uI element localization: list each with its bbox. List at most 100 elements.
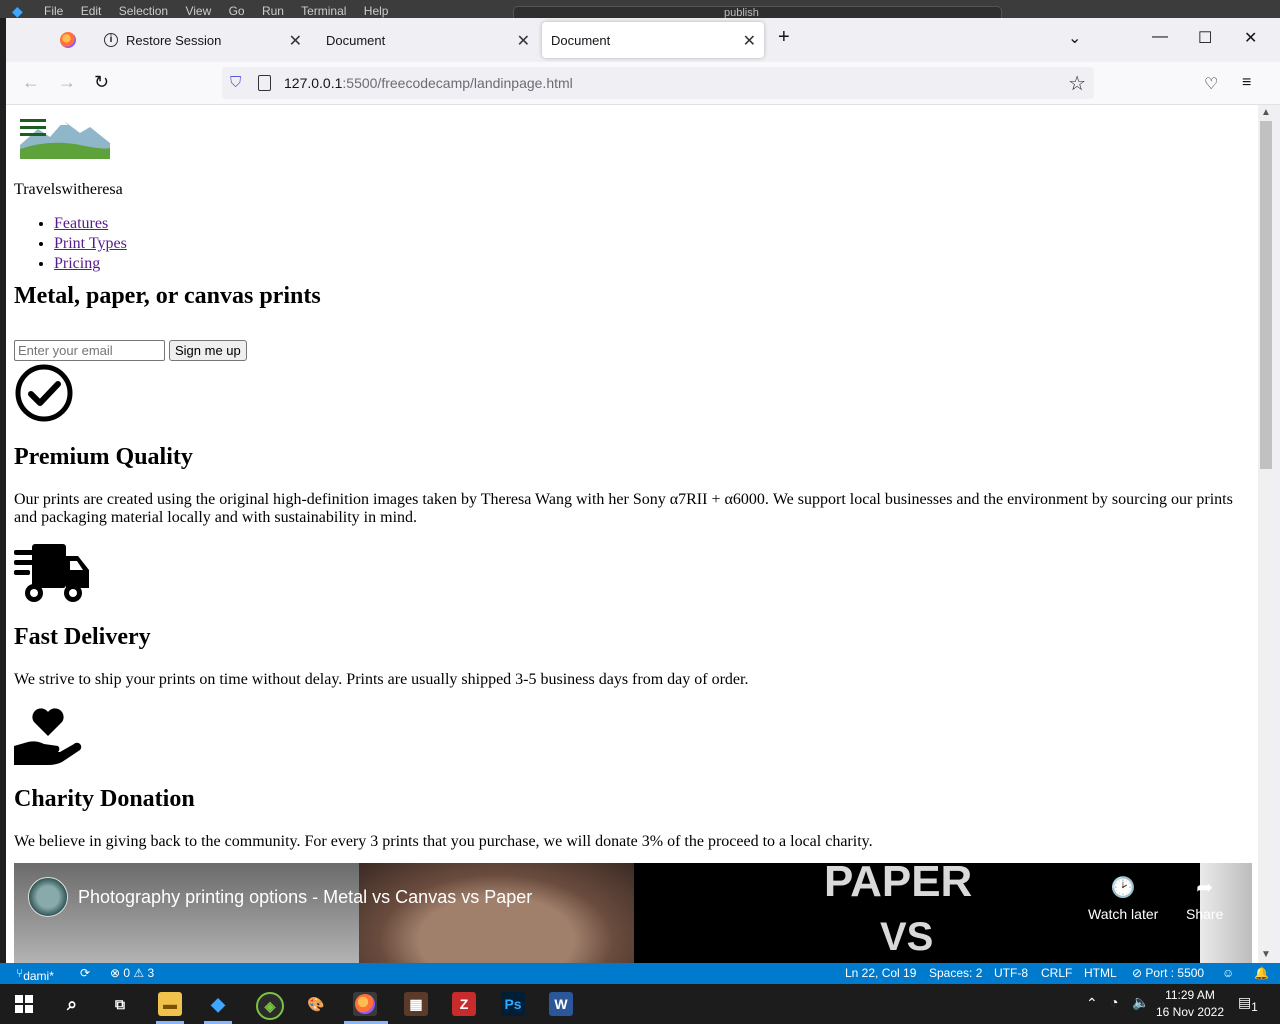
feature-title-charity-donation: Charity Donation xyxy=(14,786,195,812)
nav-link-print-types[interactable]: Print Types xyxy=(54,235,127,252)
tab-label: Restore Session xyxy=(126,32,222,48)
tab-document-1[interactable]: Document ✕ xyxy=(316,22,538,58)
menu-file[interactable]: File xyxy=(44,4,63,18)
word-icon[interactable]: W xyxy=(549,992,573,1016)
branch-status[interactable]: ⑂ dami* xyxy=(16,966,54,983)
vscode-menu[interactable]: File Edit Selection View Go Run Terminal… xyxy=(44,4,402,18)
firefox-icon xyxy=(60,32,76,48)
back-arrow-icon[interactable]: ← xyxy=(22,72,40,93)
info-icon: i xyxy=(104,33,118,47)
task-view-icon[interactable]: ⧉ xyxy=(108,992,132,1016)
nav-link-pricing[interactable]: Pricing xyxy=(54,255,100,272)
list-tabs-chevron-icon[interactable]: ⌄ xyxy=(1068,28,1081,48)
menu-go[interactable]: Go xyxy=(229,4,245,18)
url-bar[interactable]: ⛉ 127.0.0.1:5500/freecodecamp/landinpage… xyxy=(222,67,1094,99)
feature-text-fast-delivery: We strive to ship your prints on time wi… xyxy=(14,671,749,688)
truck-icon xyxy=(14,544,89,602)
maximize-icon[interactable]: ☐ xyxy=(1198,28,1212,48)
page-icon[interactable] xyxy=(258,75,271,91)
share-button[interactable]: ➦ Share xyxy=(1186,875,1223,922)
forward-arrow-icon[interactable]: → xyxy=(58,72,76,93)
shield-icon[interactable]: ⛉ xyxy=(230,74,244,91)
vscode-taskbar-icon[interactable]: ◆ xyxy=(206,992,230,1016)
watch-later-label: Watch later xyxy=(1088,906,1159,922)
video-overlay-vs: VS xyxy=(880,915,934,959)
signup-form: Sign me up xyxy=(14,340,247,361)
search-icon[interactable]: ⌕ xyxy=(60,992,84,1016)
problems-status[interactable]: ⊗ 0 ⚠ 3 xyxy=(110,966,154,980)
filezilla-icon[interactable]: Z xyxy=(452,992,476,1016)
scroll-down-icon[interactable]: ▼ xyxy=(1261,949,1271,960)
menu-help[interactable]: Help xyxy=(364,4,389,18)
close-tab-icon[interactable]: ✕ xyxy=(743,31,756,51)
feature-title-fast-delivery: Fast Delivery xyxy=(14,624,151,650)
volume-muted-icon[interactable]: 🔈 xyxy=(1132,994,1149,1011)
eol-status[interactable]: CRLF xyxy=(1041,966,1072,980)
sync-icon[interactable]: ⟳ xyxy=(80,966,90,980)
page-scrollbar[interactable]: ▲ ▼ xyxy=(1258,105,1274,963)
menu-terminal[interactable]: Terminal xyxy=(301,4,346,18)
url-text[interactable]: 127.0.0.1:5500/freecodecamp/landinpage.h… xyxy=(284,75,573,91)
menu-run[interactable]: Run xyxy=(262,4,284,18)
page-viewport: Travelswitheresa Features Print Types Pr… xyxy=(6,105,1258,963)
notification-count: 1 xyxy=(1251,1000,1258,1014)
system-clock[interactable]: 11:29 AM 16 Nov 2022 xyxy=(1150,987,1230,1021)
tab-label: Document xyxy=(326,32,386,48)
firefox-taskbar-icon[interactable] xyxy=(353,992,377,1016)
wifi-icon[interactable]: ◔ xyxy=(1110,994,1118,1010)
url-path: :5500/freecodecamp/landinpage.html xyxy=(342,75,573,91)
menu-edit[interactable]: Edit xyxy=(81,4,102,18)
encoding-status[interactable]: UTF-8 xyxy=(994,966,1028,980)
firefox-tab-pinned[interactable] xyxy=(54,22,82,58)
video-overlay-paper: PAPER xyxy=(824,863,973,906)
app-photo-icon[interactable]: ▦ xyxy=(404,992,428,1016)
file-explorer-icon[interactable]: ▬ xyxy=(158,992,182,1016)
cursor-position[interactable]: Ln 22, Col 19 xyxy=(845,966,916,980)
indentation-status[interactable]: Spaces: 2 xyxy=(929,966,982,980)
watch-later-button[interactable]: 🕑 Watch later xyxy=(1088,875,1158,922)
scroll-up-icon[interactable]: ▲ xyxy=(1261,107,1271,118)
pocket-icon[interactable]: ♡ xyxy=(1204,74,1218,94)
feature-text-charity-donation: We believe in giving back to the communi… xyxy=(14,833,873,850)
vscode-logo-icon: ◆ xyxy=(12,3,23,18)
tab-restore-session[interactable]: i Restore Session ✕ xyxy=(94,22,310,58)
tray-chevron-icon[interactable]: ⌃ xyxy=(1086,995,1098,1012)
minimize-icon[interactable]: — xyxy=(1152,28,1168,46)
video-embed[interactable]: PAPER VS Photography printing options - … xyxy=(14,863,1252,963)
check-circle-icon xyxy=(15,364,73,422)
live-server-port[interactable]: ⊘ Port : 5500 xyxy=(1132,966,1204,980)
reload-icon[interactable]: ↻ xyxy=(94,72,109,93)
new-tab-button[interactable]: + xyxy=(778,26,790,49)
channel-avatar[interactable] xyxy=(28,877,68,917)
feedback-icon[interactable]: ☺ xyxy=(1222,966,1234,980)
action-center-icon[interactable]: ▤1 xyxy=(1238,994,1258,1014)
branch-name: dami* xyxy=(23,969,54,983)
close-tab-icon[interactable]: ✕ xyxy=(289,31,302,51)
windows-taskbar: ⌕ ⧉ ▬ ◆ ◈ 🎨 ▦ Z Ps W ⌃ ◔ 🔈 11:29 AM 16 N… xyxy=(0,984,1280,1024)
firefox-window: i Restore Session ✕ Document ✕ Document … xyxy=(6,18,1280,963)
app-green-icon[interactable]: ◈ xyxy=(256,992,284,1020)
tab-strip: i Restore Session ✕ Document ✕ Document … xyxy=(6,18,1280,62)
sign-up-button[interactable]: Sign me up xyxy=(169,340,247,361)
paint-palette-icon[interactable]: 🎨 xyxy=(304,992,328,1016)
language-mode[interactable]: HTML xyxy=(1084,966,1117,980)
nav-link-features[interactable]: Features xyxy=(54,215,108,232)
bookmark-star-icon[interactable]: ☆ xyxy=(1068,71,1086,96)
feature-text-premium-quality: Our prints are created using the origina… xyxy=(14,491,1233,526)
video-title[interactable]: Photography printing options - Metal vs … xyxy=(78,887,532,908)
tab-document-2[interactable]: Document ✕ xyxy=(542,22,764,58)
menu-selection[interactable]: Selection xyxy=(119,4,168,18)
photoshop-icon[interactable]: Ps xyxy=(501,992,525,1016)
menu-view[interactable]: View xyxy=(185,4,211,18)
url-host: 127.0.0.1 xyxy=(284,75,343,91)
notifications-bell-icon[interactable]: 🔔 xyxy=(1254,966,1269,980)
clock-time: 11:29 AM xyxy=(1165,988,1215,1002)
hamburger-menu-icon[interactable]: ≡ xyxy=(1242,74,1251,92)
scrollbar-thumb[interactable] xyxy=(1260,121,1272,469)
command-center[interactable]: publish xyxy=(513,6,1002,18)
email-input[interactable] xyxy=(14,340,165,361)
windows-start-icon[interactable] xyxy=(12,992,36,1016)
page-nav: Features Print Types Pricing xyxy=(14,214,127,274)
close-tab-icon[interactable]: ✕ xyxy=(517,31,530,51)
close-window-icon[interactable]: ✕ xyxy=(1244,28,1257,48)
